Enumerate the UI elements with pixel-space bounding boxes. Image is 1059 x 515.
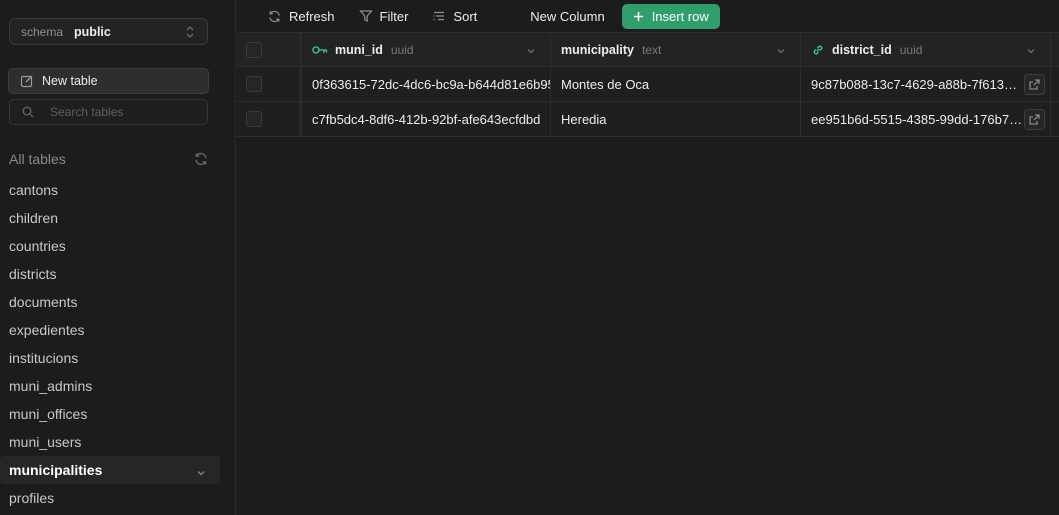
cell-value: ee951b6d-5515-4385-99dd-176b75... xyxy=(811,111,1023,127)
insert-row-label: Insert row xyxy=(651,8,709,24)
sidebar-item-label: muni_admins xyxy=(9,378,93,394)
header-select-cell xyxy=(237,33,299,66)
cell-district-id[interactable]: ee951b6d-5515-4385-99dd-176b75... xyxy=(801,102,1051,136)
sidebar-item-label: profiles xyxy=(9,490,55,506)
sidebar-item-label: muni_users xyxy=(9,434,82,450)
sort-icon xyxy=(432,9,446,23)
toolbar: Refresh Filter Sort New Column Insert ro… xyxy=(237,0,1059,32)
sidebar-item-label: municipalities xyxy=(9,462,103,478)
grid-header: muni_id uuid municipality text district_… xyxy=(237,32,1059,67)
refresh-button[interactable]: Refresh xyxy=(267,4,335,28)
sidebar-item-label: cantons xyxy=(9,182,59,198)
select-all-checkbox[interactable] xyxy=(246,41,262,58)
cell-muni-id[interactable]: 0f363615-72dc-4dc6-bc9a-b644d81e6b95 xyxy=(299,67,551,101)
column-header-municipality[interactable]: municipality text xyxy=(551,33,801,66)
cell-value: 0f363615-72dc-4dc6-bc9a-b644d81e6b95 xyxy=(312,76,550,92)
schema-select[interactable]: schema public xyxy=(9,18,208,45)
refresh-icon[interactable] xyxy=(193,151,209,167)
link-icon xyxy=(811,43,825,57)
sort-label: Sort xyxy=(453,8,478,24)
row-select-cell xyxy=(237,67,299,101)
sidebar-item-municipalities[interactable]: municipalities xyxy=(0,456,220,484)
sidebar-item-countries[interactable]: countries xyxy=(0,232,220,260)
filter-button[interactable]: Filter xyxy=(358,4,409,28)
plus-icon xyxy=(633,11,644,22)
cell-municipality[interactable]: Heredia xyxy=(551,102,801,136)
filter-label: Filter xyxy=(379,8,409,24)
chevron-down-icon[interactable] xyxy=(1026,44,1036,59)
sidebar-item-documents[interactable]: documents xyxy=(0,288,220,316)
cell-municipality[interactable]: Montes de Oca xyxy=(551,67,801,101)
cell-value: Montes de Oca xyxy=(561,76,650,92)
cell-value: 9c87b088-13c7-4629-a88b-7f613cf... xyxy=(811,76,1023,92)
search-tables xyxy=(9,99,208,125)
sort-button[interactable]: Sort xyxy=(432,4,477,28)
table-list: cantons children countries districts doc… xyxy=(0,176,236,512)
chevron-down-icon[interactable] xyxy=(776,44,786,59)
refresh-label: Refresh xyxy=(289,8,335,24)
edit-icon xyxy=(20,74,34,88)
row-checkbox[interactable] xyxy=(246,111,262,127)
data-grid: muni_id uuid municipality text district_… xyxy=(237,32,1059,515)
chevron-down-icon[interactable] xyxy=(526,44,536,59)
column-name: muni_id xyxy=(335,42,383,57)
cell-value: c7fb5dc4-8df6-412b-92bf-afe643ecfdbd xyxy=(312,111,541,127)
cell-value: Heredia xyxy=(561,111,607,127)
sidebar-item-muni-users[interactable]: muni_users xyxy=(0,428,220,456)
new-table-label: New table xyxy=(42,74,98,88)
cell-muni-id[interactable]: c7fb5dc4-8df6-412b-92bf-afe643ecfdbd xyxy=(299,102,551,136)
new-column-button[interactable]: New Column xyxy=(530,4,604,28)
insert-row-button[interactable]: Insert row xyxy=(621,3,720,29)
column-header-muni-id[interactable]: muni_id uuid xyxy=(299,33,551,66)
refresh-icon xyxy=(267,9,282,24)
column-name: municipality xyxy=(561,42,634,57)
schema-label: schema xyxy=(21,24,64,39)
sidebar-item-expedientes[interactable]: expedientes xyxy=(0,316,220,344)
key-icon xyxy=(312,45,328,55)
column-type: uuid xyxy=(390,42,414,57)
sidebar-item-muni-offices[interactable]: muni_offices xyxy=(0,400,220,428)
column-header-district-id[interactable]: district_id uuid xyxy=(801,33,1051,66)
sidebar-item-label: districts xyxy=(9,266,57,282)
sidebar-item-profiles[interactable]: profiles xyxy=(0,484,220,512)
chevron-up-down-icon xyxy=(185,24,195,43)
schema-value: public xyxy=(74,24,111,39)
column-name: district_id xyxy=(832,42,892,57)
cell-district-id[interactable]: 9c87b088-13c7-4629-a88b-7f613cf... xyxy=(801,67,1051,101)
new-table-button[interactable]: New table xyxy=(8,68,209,94)
sidebar-item-children[interactable]: children xyxy=(0,204,220,232)
column-type: text xyxy=(641,42,662,57)
sidebar-item-label: documents xyxy=(9,294,78,310)
column-type: uuid xyxy=(899,42,923,57)
sidebar-item-cantons[interactable]: cantons xyxy=(0,176,220,204)
sidebar-item-label: countries xyxy=(9,238,66,254)
search-input[interactable] xyxy=(50,105,200,119)
sidebar-item-districts[interactable]: districts xyxy=(0,260,220,288)
table-row[interactable]: c7fb5dc4-8df6-412b-92bf-afe643ecfdbd Her… xyxy=(237,102,1059,137)
row-select-cell xyxy=(237,102,299,136)
external-link-icon[interactable] xyxy=(1024,109,1045,130)
filter-icon xyxy=(358,9,373,23)
new-column-label: New Column xyxy=(530,8,605,24)
sidebar-item-label: children xyxy=(9,210,59,226)
row-checkbox[interactable] xyxy=(246,76,262,92)
all-tables-label: All tables xyxy=(9,151,66,167)
sidebar-item-label: institucions xyxy=(9,350,79,366)
sidebar: schema public New table All tables canto… xyxy=(0,0,236,515)
all-tables-header: All tables xyxy=(9,151,209,167)
sidebar-item-institucions[interactable]: institucions xyxy=(0,344,220,372)
sidebar-item-muni-admins[interactable]: muni_admins xyxy=(0,372,220,400)
search-icon xyxy=(22,106,34,118)
chevron-down-icon[interactable] xyxy=(196,465,206,481)
external-link-icon[interactable] xyxy=(1024,74,1045,95)
sidebar-item-label: muni_offices xyxy=(9,406,88,422)
table-row[interactable]: 0f363615-72dc-4dc6-bc9a-b644d81e6b95 Mon… xyxy=(237,67,1059,102)
sidebar-item-label: expedientes xyxy=(9,322,85,338)
